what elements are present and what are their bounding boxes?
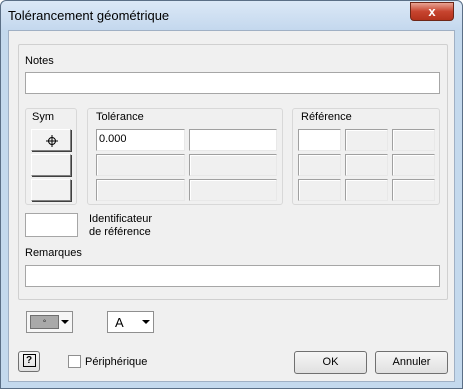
- marker-dropdown[interactable]: ◦: [26, 311, 73, 333]
- tolerance-label: Tolérance: [96, 111, 144, 123]
- reference-cell-r2c1[interactable]: [298, 154, 341, 176]
- ok-button[interactable]: OK: [294, 351, 367, 374]
- help-button[interactable]: ?: [18, 351, 40, 372]
- tolerance-1-row1[interactable]: 0.000: [96, 129, 185, 151]
- reference-identifier-input[interactable]: [25, 213, 78, 237]
- tolerance-2-row1[interactable]: [189, 129, 277, 151]
- sym-button-3[interactable]: [31, 179, 71, 201]
- reference-identifier-label-line2: de référence: [89, 226, 151, 238]
- remarks-label: Remarques: [25, 247, 82, 259]
- reference-group: Référence: [292, 108, 440, 205]
- cancel-button[interactable]: Annuler: [375, 351, 448, 374]
- reference-cell-r1c3[interactable]: [392, 129, 435, 151]
- close-icon: x: [428, 4, 436, 19]
- sym-button-2[interactable]: [31, 154, 71, 176]
- tolerance-group: Tolérance 0.000: [87, 108, 283, 205]
- text-style-dropdown[interactable]: A: [107, 311, 154, 333]
- reference-cell-r3c1[interactable]: [298, 179, 341, 201]
- tolerance-2-row2[interactable]: [189, 154, 277, 176]
- tolerance-1-row3[interactable]: [96, 179, 185, 201]
- tolerance-2-row3[interactable]: [189, 179, 277, 201]
- reference-cell-r3c2[interactable]: [345, 179, 388, 201]
- close-button[interactable]: x: [410, 2, 454, 21]
- notes-input[interactable]: [25, 72, 440, 94]
- reference-cell-r2c2[interactable]: [345, 154, 388, 176]
- dialog-client-area: Notes Sym Tolérance 0.000 Référence Iden…: [8, 30, 455, 382]
- text-style-value: A: [115, 315, 124, 330]
- reference-cell-r1c1[interactable]: [298, 129, 341, 151]
- reference-cell-r3c3[interactable]: [392, 179, 435, 201]
- peripheral-checkbox[interactable]: [68, 355, 81, 368]
- tolerance-1-row2[interactable]: [96, 154, 185, 176]
- chevron-down-icon: [142, 320, 150, 324]
- sym-group: Sym: [25, 108, 77, 205]
- reference-label: Référence: [301, 111, 352, 123]
- sym-button-1[interactable]: [31, 129, 71, 151]
- notes-label: Notes: [25, 55, 54, 67]
- marker-swatch: ◦: [30, 315, 59, 329]
- remarks-input[interactable]: [25, 265, 440, 287]
- dialog-window: Tolérancement géométrique x Notes Sym To…: [0, 0, 463, 389]
- chevron-down-icon: [61, 320, 69, 324]
- window-title: Tolérancement géométrique: [8, 8, 170, 23]
- title-bar[interactable]: Tolérancement géométrique x: [1, 1, 462, 30]
- main-panel: Notes Sym Tolérance 0.000 Référence Iden…: [18, 44, 448, 300]
- position-symbol-icon: [46, 135, 58, 147]
- reference-identifier-label-line1: Identificateur: [89, 213, 152, 225]
- sym-label: Sym: [32, 111, 54, 123]
- help-icon: ?: [22, 354, 36, 367]
- reference-cell-r1c2[interactable]: [345, 129, 388, 151]
- reference-cell-r2c3[interactable]: [392, 154, 435, 176]
- peripheral-label: Périphérique: [85, 356, 148, 368]
